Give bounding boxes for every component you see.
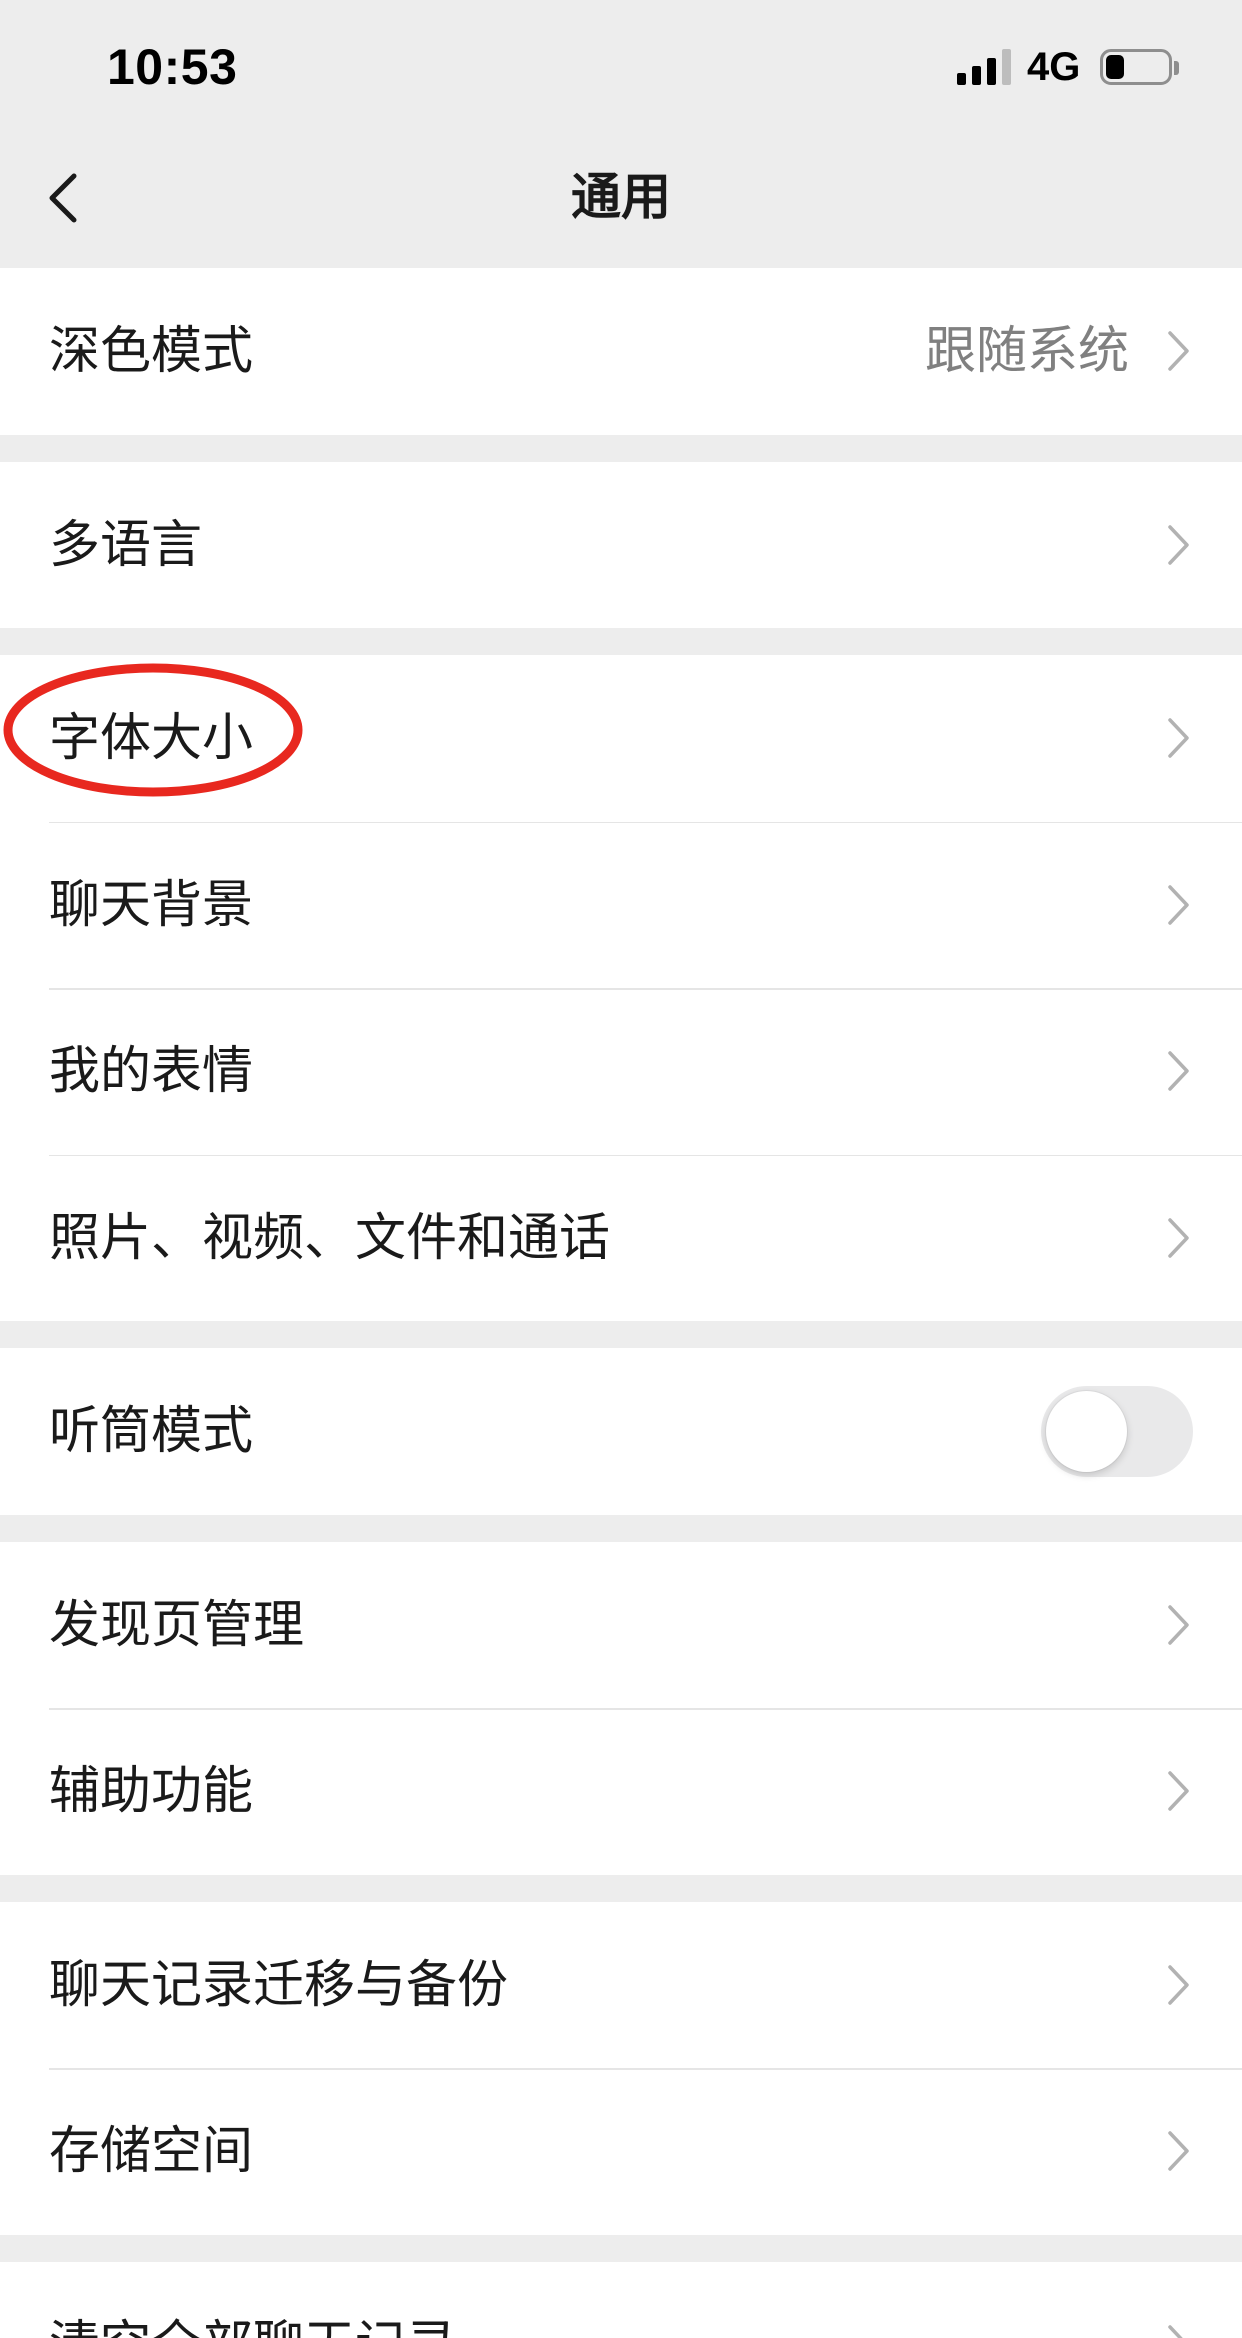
signal-bar (1002, 49, 1011, 85)
settings-section: 听筒模式 (0, 1348, 1242, 1515)
status-time: 10:53 (107, 39, 238, 95)
settings-section: 聊天记录迁移与备份 存储空间 (0, 1901, 1242, 2235)
setting-label: 存储空间 (49, 2122, 254, 2179)
setting-row-media-files-calls[interactable]: 照片、视频、文件和通话 (0, 1154, 1242, 1321)
setting-row-dark-mode[interactable]: 深色模式 跟随系统 (0, 268, 1242, 435)
network-type: 4G (1027, 45, 1081, 89)
battery-level-fill (1106, 55, 1124, 79)
settings-section: 清空全部聊天记录 (0, 2261, 1242, 2338)
earpiece-mode-toggle[interactable] (1041, 1386, 1193, 1477)
screen: 10:53 4G 通用 深色模式 跟随系统 多语言 字体大小 聊天背景 我的表情… (0, 0, 1242, 2338)
chevron-right-icon (1168, 331, 1189, 371)
setting-label: 我的表情 (49, 1042, 254, 1099)
setting-label: 字体大小 (49, 709, 254, 766)
page-title: 通用 (571, 169, 671, 225)
setting-row-font-size[interactable]: 字体大小 (0, 655, 1242, 822)
setting-label: 聊天记录迁移与备份 (49, 1955, 509, 2013)
toggle-knob (1046, 1391, 1127, 1472)
setting-row-clear-chat-history[interactable]: 清空全部聊天记录 (0, 2261, 1242, 2338)
setting-row-language[interactable]: 多语言 (0, 461, 1242, 628)
settings-list: 深色模式 跟随系统 多语言 字体大小 聊天背景 我的表情 照片、视频、文件和通话… (0, 268, 1242, 2338)
chevron-right-icon (1168, 2131, 1189, 2171)
chevron-right-icon (1168, 1964, 1189, 2005)
settings-section: 多语言 (0, 461, 1242, 628)
setting-label: 深色模式 (49, 322, 254, 379)
setting-label: 发现页管理 (49, 1595, 305, 1653)
chevron-right-icon (1168, 2324, 1184, 2338)
battery-inner (1106, 55, 1166, 79)
battery-tip (1174, 61, 1179, 75)
setting-label: 多语言 (49, 515, 203, 573)
chevron-right-icon (1168, 1604, 1189, 1645)
chevron-right-icon (1168, 1771, 1189, 1811)
setting-label: 照片、视频、文件和通话 (49, 1208, 611, 1266)
signal-strength-icon (957, 49, 1011, 85)
setting-row-my-stickers[interactable]: 我的表情 (0, 988, 1242, 1155)
setting-row-chat-background[interactable]: 聊天背景 (0, 821, 1242, 988)
chevron-right-icon (1168, 884, 1189, 925)
signal-bar (972, 66, 981, 85)
chevron-right-icon (1168, 1051, 1189, 1091)
chevron-right-icon (1168, 1217, 1189, 1258)
chevron-right-icon (1168, 718, 1189, 758)
setting-row-chat-history-migration[interactable]: 聊天记录迁移与备份 (0, 1901, 1242, 2068)
settings-section: 字体大小 聊天背景 我的表情 照片、视频、文件和通话 (0, 655, 1242, 1321)
setting-label: 聊天背景 (49, 875, 254, 933)
setting-row-accessibility[interactable]: 辅助功能 (0, 1708, 1242, 1875)
setting-row-discover-management[interactable]: 发现页管理 (0, 1541, 1242, 1708)
setting-label: 辅助功能 (49, 1762, 254, 1819)
chevron-right-icon (1168, 524, 1189, 565)
setting-row-storage[interactable]: 存储空间 (0, 2068, 1242, 2235)
signal-bar (957, 73, 966, 85)
setting-label: 清空全部聊天记录 (49, 2262, 457, 2338)
signal-bar (987, 58, 996, 85)
setting-label: 听筒模式 (49, 1402, 254, 1459)
settings-section: 深色模式 跟随系统 (0, 268, 1242, 435)
header: 10:53 4G 通用 (0, 0, 1242, 268)
setting-value: 跟随系统 (924, 322, 1129, 379)
settings-section: 发现页管理 辅助功能 (0, 1541, 1242, 1875)
battery-icon (1100, 49, 1172, 85)
setting-row-earpiece-mode: 听筒模式 (0, 1348, 1242, 1515)
